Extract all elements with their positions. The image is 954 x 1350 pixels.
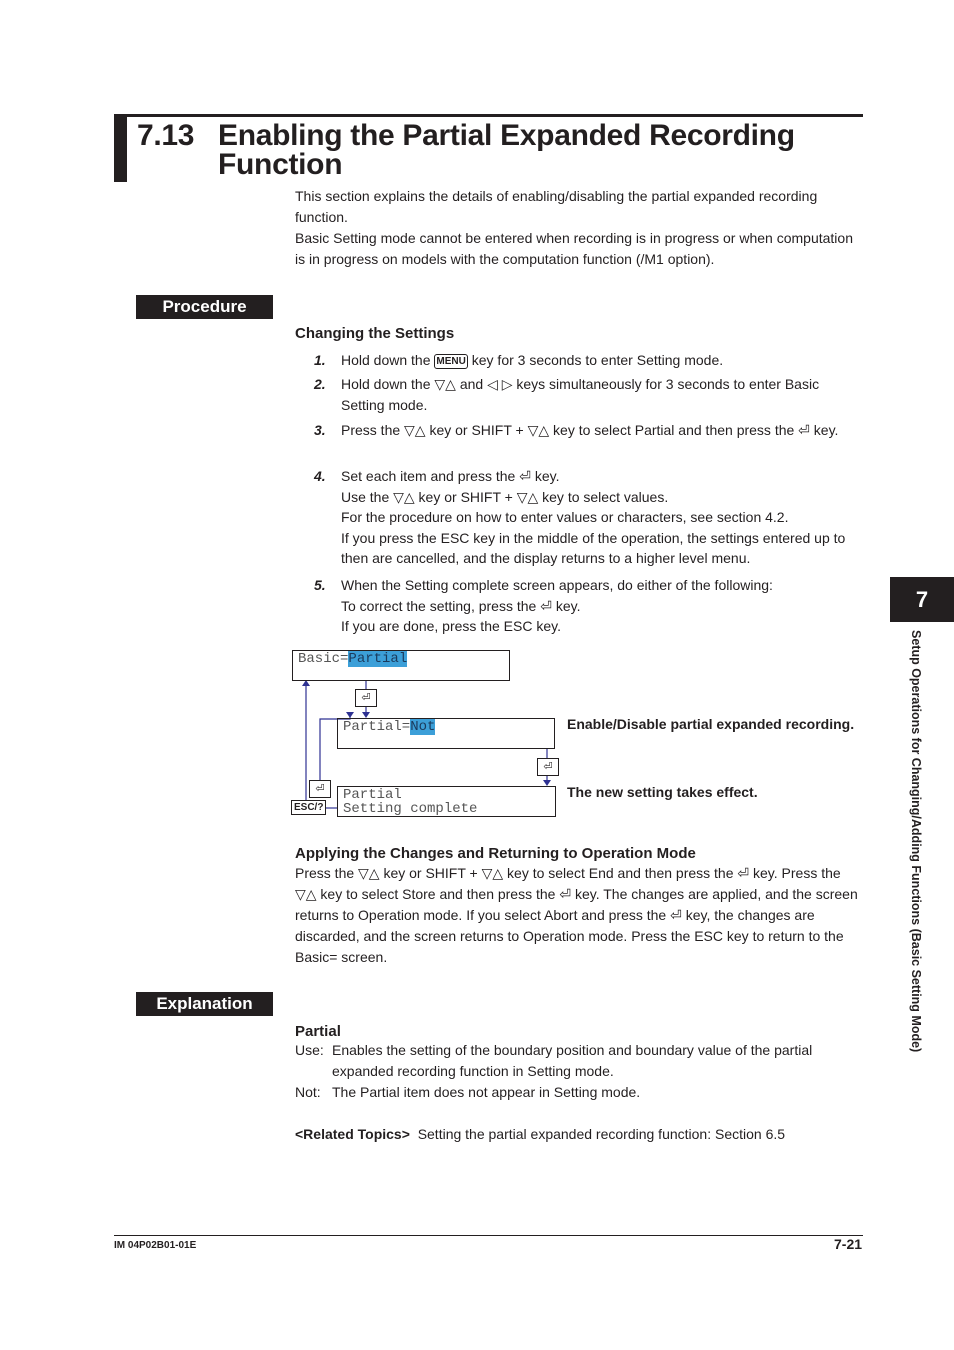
- step-text: Hold down the: [341, 352, 435, 368]
- title-rule: [127, 114, 863, 117]
- footer-doc-id: IM 04P02B01-01E: [114, 1240, 197, 1251]
- lcd-screen-complete: Partial Setting complete: [337, 786, 556, 817]
- chapter-title-text: Setup Operations for Changing/Adding Fun…: [909, 630, 923, 1053]
- lcd-text: Partial: [343, 787, 402, 803]
- title-bar: [114, 114, 127, 182]
- lcd-highlight: Not: [410, 719, 436, 735]
- chapter-title-vertical: Setup Operations for Changing/Adding Fun…: [907, 630, 927, 1125]
- use-term: Use:: [295, 1042, 324, 1058]
- related-topics: <Related Topics> Setting the partial exp…: [295, 1124, 785, 1145]
- not-description: The Partial item does not appear in Sett…: [332, 1084, 641, 1100]
- caption-enable-disable: Enable/Disable partial expanded recordin…: [567, 716, 855, 732]
- applying-paragraph: Press the ▽△ key or SHIFT + ▽△ key to se…: [295, 865, 858, 965]
- caption-takes-effect: The new setting takes effect.: [567, 784, 758, 800]
- step-number: 5.: [314, 577, 326, 593]
- step-text: To correct the setting, press the ⏎ key.: [341, 597, 581, 614]
- changing-settings-heading: Changing the Settings: [295, 325, 455, 342]
- menu-key-icon: MENU: [434, 354, 468, 369]
- step-text: For the procedure on how to enter values…: [341, 509, 789, 525]
- related-topics-label: <Related Topics>: [295, 1126, 410, 1142]
- chapter-tab: 7: [890, 577, 954, 622]
- step-text: Hold down the ▽△ and ◁ ▷ keys simultaneo…: [341, 376, 820, 413]
- step-3: 3. Press the ▽△ key or SHIFT + ▽△ key to…: [314, 420, 864, 441]
- step-5: 5. When the Setting complete screen appe…: [314, 575, 864, 637]
- applying-heading: Applying the Changes and Returning to Op…: [295, 845, 696, 862]
- title-line-2: Function: [218, 148, 343, 181]
- step-number: 4.: [314, 468, 326, 484]
- step-1: 1. Hold down the MENU key for 3 seconds …: [314, 350, 864, 371]
- page-number: 7-21: [834, 1236, 863, 1252]
- intro-paragraph-1: This section explains the details of ena…: [295, 188, 818, 225]
- section-number: 7.13: [137, 119, 195, 152]
- step-2: 2. Hold down the ▽△ and ◁ ▷ keys simulta…: [314, 374, 864, 415]
- footer-rule: [114, 1235, 863, 1236]
- partial-heading: Partial: [295, 1023, 341, 1040]
- step-text: Use the ▽△ key or SHIFT + ▽△ key to sele…: [341, 488, 669, 505]
- enter-key-icon: ⏎: [309, 780, 331, 798]
- step-text: Press the ▽△ key or SHIFT + ▽△ key to se…: [341, 422, 839, 438]
- lcd-highlight: Partial: [348, 651, 408, 667]
- step-text: Set each item and press the ⏎ key.: [341, 468, 560, 484]
- step-text: key for 3 seconds to enter Setting mode.: [467, 352, 724, 368]
- use-description: Enables the setting of the boundary posi…: [332, 1042, 813, 1079]
- step-number: 3.: [314, 422, 326, 438]
- lcd-screen-basic: Basic=Partial: [292, 650, 510, 681]
- step-text: If you press the ESC key in the middle o…: [341, 529, 846, 567]
- procedure-label: Procedure: [136, 295, 273, 319]
- lcd-text: Partial=: [343, 719, 411, 735]
- explanation-label: Explanation: [136, 992, 273, 1016]
- related-topics-link[interactable]: Setting the partial expanded recording f…: [418, 1126, 785, 1142]
- esc-key-icon: ESC/?: [291, 800, 327, 815]
- step-4: 4. Set each item and press the ⏎ key. Us…: [314, 466, 864, 569]
- step-number: 2.: [314, 376, 326, 392]
- lcd-text: Basic=: [298, 651, 349, 667]
- step-text: When the Setting complete screen appears…: [341, 577, 773, 593]
- enter-key-icon: ⏎: [355, 689, 377, 707]
- enter-key-icon: ⏎: [537, 758, 559, 776]
- not-term: Not:: [295, 1084, 321, 1100]
- lcd-text: Setting complete: [343, 801, 478, 817]
- page-title: 7.13 Enabling the Partial Expanded Record…: [137, 119, 795, 181]
- step-number: 1.: [314, 352, 326, 368]
- lcd-screen-partial: Partial=Not: [337, 718, 555, 749]
- step-text: If you are done, press the ESC key.: [341, 618, 561, 634]
- intro-paragraph-2: Basic Setting mode cannot be entered whe…: [295, 230, 853, 267]
